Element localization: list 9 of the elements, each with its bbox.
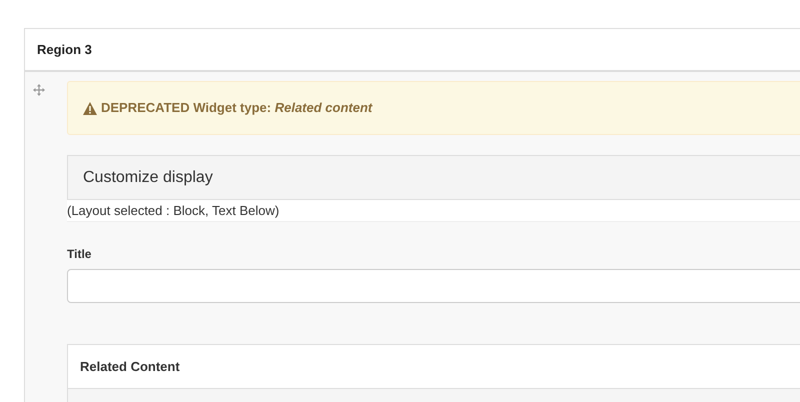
customize-display-header[interactable]: Customize display: [67, 155, 800, 200]
layout-note: (Layout selected : Block, Text Below): [67, 202, 280, 220]
warning-icon: [83, 102, 97, 114]
alert-text: DEPRECATED Widget type: Related content: [101, 99, 372, 118]
title-input[interactable]: [67, 269, 800, 303]
related-content-title: Related Content: [80, 358, 180, 376]
move-icon[interactable]: [33, 84, 45, 96]
region-title: Region 3: [37, 40, 92, 59]
title-label: Title: [67, 246, 92, 263]
